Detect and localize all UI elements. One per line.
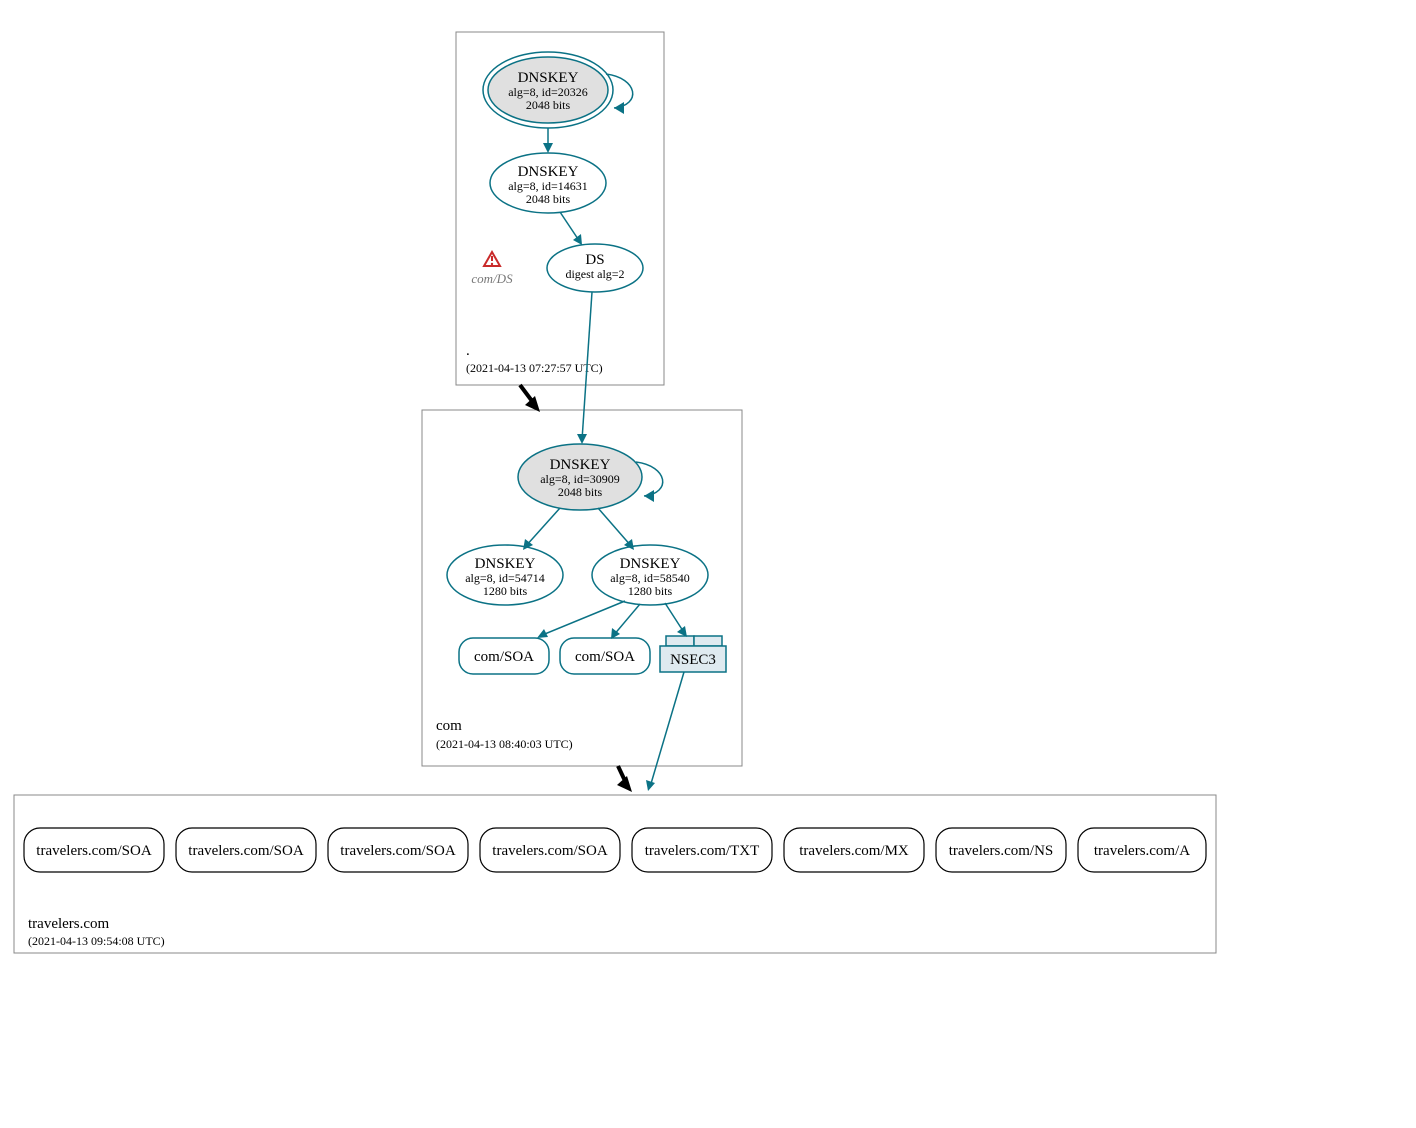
trav-rr-0: travelers.com/SOA bbox=[36, 843, 152, 859]
label-nsec3: NSEC3 bbox=[670, 652, 716, 668]
zone-timestamp-root: (2021-04-13 07:27:57 UTC) bbox=[466, 361, 603, 375]
trav-rr-5: travelers.com/MX bbox=[799, 843, 909, 859]
label-com-soa-a: com/SOA bbox=[474, 649, 534, 665]
trav-rr-3: travelers.com/SOA bbox=[492, 843, 608, 859]
arrow-com-to-trav-thick bbox=[617, 776, 632, 792]
arrow-root-ksk-zsk bbox=[543, 143, 553, 153]
node-com-ksk-l2: alg=8, id=30909 bbox=[540, 472, 620, 486]
zone-label-com: com bbox=[436, 718, 462, 734]
node-com-zsk-a-l2: alg=8, id=54714 bbox=[465, 571, 545, 585]
node-root-zsk-title: DNSKEY bbox=[518, 164, 579, 180]
edge-comksk-zska bbox=[525, 508, 560, 547]
label-root-warn: com/DS bbox=[471, 271, 513, 286]
zone-label-root: . bbox=[466, 343, 470, 359]
zone-box-travelers bbox=[14, 795, 1216, 953]
node-root-ksk-l2: alg=8, id=20326 bbox=[508, 85, 588, 99]
travelers-records: travelers.com/SOA travelers.com/SOA trav… bbox=[24, 828, 1206, 872]
trav-rr-7: travelers.com/A bbox=[1094, 843, 1190, 859]
node-com-zsk-a-l3: 1280 bits bbox=[483, 584, 528, 598]
zone-timestamp-travelers: (2021-04-13 09:54:08 UTC) bbox=[28, 934, 165, 948]
node-root-ds-l2: digest alg=2 bbox=[565, 267, 624, 281]
node-com-ksk-l3: 2048 bits bbox=[558, 485, 603, 499]
node-com-zsk-a-title: DNSKEY bbox=[475, 556, 536, 572]
arrow-nsec3-down bbox=[646, 780, 655, 791]
node-root-zsk-l3: 2048 bits bbox=[526, 192, 571, 206]
trav-rr-1: travelers.com/SOA bbox=[188, 843, 304, 859]
arrow-com-ksk-self bbox=[644, 490, 654, 502]
zone-label-travelers: travelers.com bbox=[28, 916, 110, 932]
trav-rr-4: travelers.com/TXT bbox=[645, 843, 760, 859]
arrow-root-zsk-ds bbox=[573, 234, 582, 245]
arrow-ds-to-comksk bbox=[577, 434, 587, 444]
node-root-ksk-l3: 2048 bits bbox=[526, 98, 571, 112]
edge-comksk-zskb bbox=[598, 508, 632, 547]
trav-rr-6: travelers.com/NS bbox=[949, 843, 1054, 859]
node-root-ds-title: DS bbox=[585, 252, 604, 268]
edge-nsec3-down bbox=[650, 672, 684, 787]
node-root-zsk-l2: alg=8, id=14631 bbox=[508, 179, 588, 193]
trav-rr-2: travelers.com/SOA bbox=[340, 843, 456, 859]
node-com-zsk-b-title: DNSKEY bbox=[620, 556, 681, 572]
node-com-ksk-title: DNSKEY bbox=[550, 457, 611, 473]
node-root-ksk-title: DNSKEY bbox=[518, 70, 579, 86]
arrow-root-ksk-self bbox=[614, 102, 624, 114]
zone-timestamp-com: (2021-04-13 08:40:03 UTC) bbox=[436, 737, 573, 751]
node-com-zsk-b-l3: 1280 bits bbox=[628, 584, 673, 598]
edge-zskb-soab bbox=[613, 604, 640, 636]
node-com-zsk-b-l2: alg=8, id=58540 bbox=[610, 571, 690, 585]
warning-icon bbox=[484, 252, 500, 266]
label-com-soa-b: com/SOA bbox=[575, 649, 635, 665]
